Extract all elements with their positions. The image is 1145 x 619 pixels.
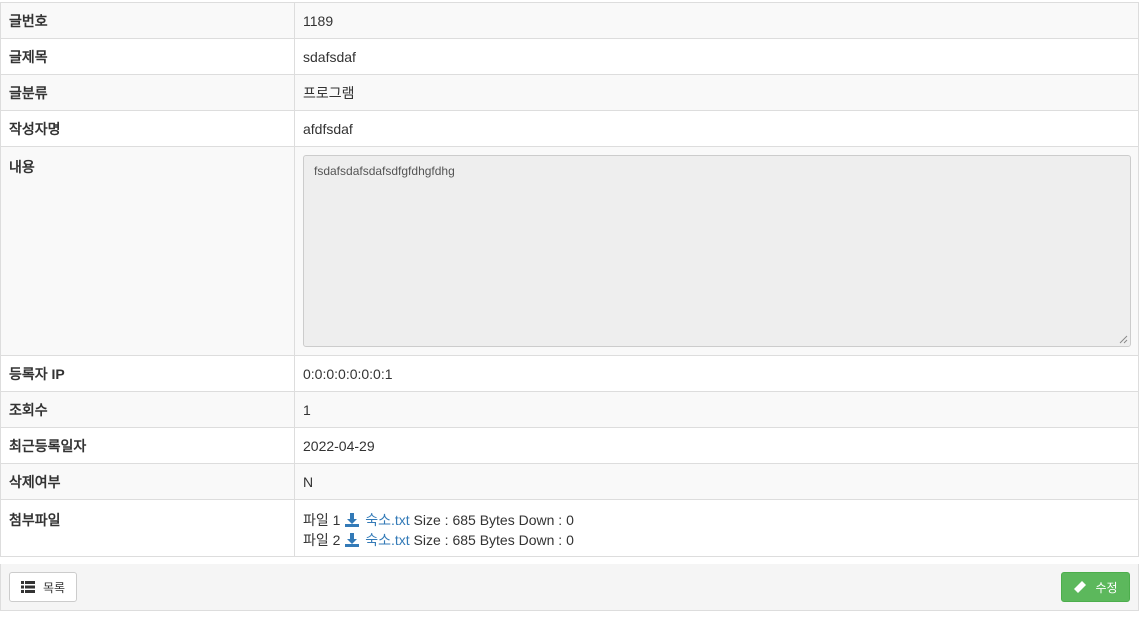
last-registered-date-value: 2022-04-29 (294, 427, 1139, 464)
last-registered-date-label: 최근등록일자 (0, 427, 295, 464)
row-post-category: 글분류 프로그램 (0, 74, 1139, 111)
list-button[interactable]: 목록 (9, 572, 77, 602)
view-count-label: 조회수 (0, 391, 295, 428)
attachment-prefix: 파일 1 (303, 512, 341, 528)
row-last-registered-date: 최근등록일자 2022-04-29 (0, 427, 1139, 464)
list-button-label: 목록 (42, 580, 66, 595)
attachment-info: Size : 685 Bytes Down : 0 (413, 532, 574, 548)
row-attachments: 첨부파일 파일 1 숙소.txt Size : 685 Bytes Down :… (0, 499, 1139, 557)
row-deleted-flag: 삭제여부 N (0, 463, 1139, 500)
row-content: 내용 fsdafsdafsdafsdfgfdhgfdhg (0, 146, 1139, 356)
attachments-label: 첨부파일 (0, 499, 295, 557)
content-textarea[interactable]: fsdafsdafsdafsdfgfdhgfdhg (303, 155, 1131, 347)
post-category-value: 프로그램 (294, 74, 1139, 111)
attachment-item: 파일 2 숙소.txt Size : 685 Bytes Down : 0 (303, 530, 1130, 550)
register-ip-label: 등록자 IP (0, 355, 295, 392)
row-view-count: 조회수 1 (0, 391, 1139, 428)
row-register-ip: 등록자 IP 0:0:0:0:0:0:0:1 (0, 355, 1139, 392)
attachment-info: Size : 685 Bytes Down : 0 (413, 512, 574, 528)
edit-button-label: 수정 (1095, 580, 1118, 595)
view-count-value: 1 (294, 391, 1139, 428)
post-number-value: 1189 (294, 2, 1139, 39)
list-icon (20, 581, 35, 593)
download-icon[interactable] (345, 533, 360, 547)
attachment-item: 파일 1 숙소.txt Size : 685 Bytes Down : 0 (303, 510, 1130, 530)
row-author-name: 작성자명 afdfsdaf (0, 110, 1139, 147)
row-post-title: 글제목 sdafsdaf (0, 38, 1139, 75)
post-title-label: 글제목 (0, 38, 295, 75)
content-cell: fsdafsdafsdafsdfgfdhgfdhg (294, 146, 1139, 356)
post-title-value: sdafsdaf (294, 38, 1139, 75)
row-post-number: 글번호 1189 (0, 2, 1139, 39)
edit-button[interactable]: 수정 (1061, 572, 1130, 602)
attachment-link[interactable]: 숙소.txt (365, 512, 409, 528)
action-footer: 목록 수정 (0, 564, 1139, 611)
post-category-label: 글분류 (0, 74, 295, 111)
content-text: fsdafsdafsdafsdfgfdhgfdhg (314, 164, 455, 178)
post-number-label: 글번호 (0, 2, 295, 39)
author-name-value: afdfsdaf (294, 110, 1139, 147)
download-icon[interactable] (345, 513, 360, 527)
pencil-icon (1074, 581, 1087, 593)
deleted-flag-label: 삭제여부 (0, 463, 295, 500)
register-ip-value: 0:0:0:0:0:0:0:1 (294, 355, 1139, 392)
attachment-link[interactable]: 숙소.txt (365, 532, 409, 548)
attachments-cell: 파일 1 숙소.txt Size : 685 Bytes Down : 0 파일… (294, 499, 1139, 557)
attachment-prefix: 파일 2 (303, 532, 341, 548)
content-label: 내용 (0, 146, 295, 356)
deleted-flag-value: N (294, 463, 1139, 500)
post-detail-table: 글번호 1189 글제목 sdafsdaf 글분류 프로그램 작성자명 afdf… (0, 2, 1139, 557)
resize-grip-icon[interactable] (1119, 335, 1128, 344)
author-name-label: 작성자명 (0, 110, 295, 147)
